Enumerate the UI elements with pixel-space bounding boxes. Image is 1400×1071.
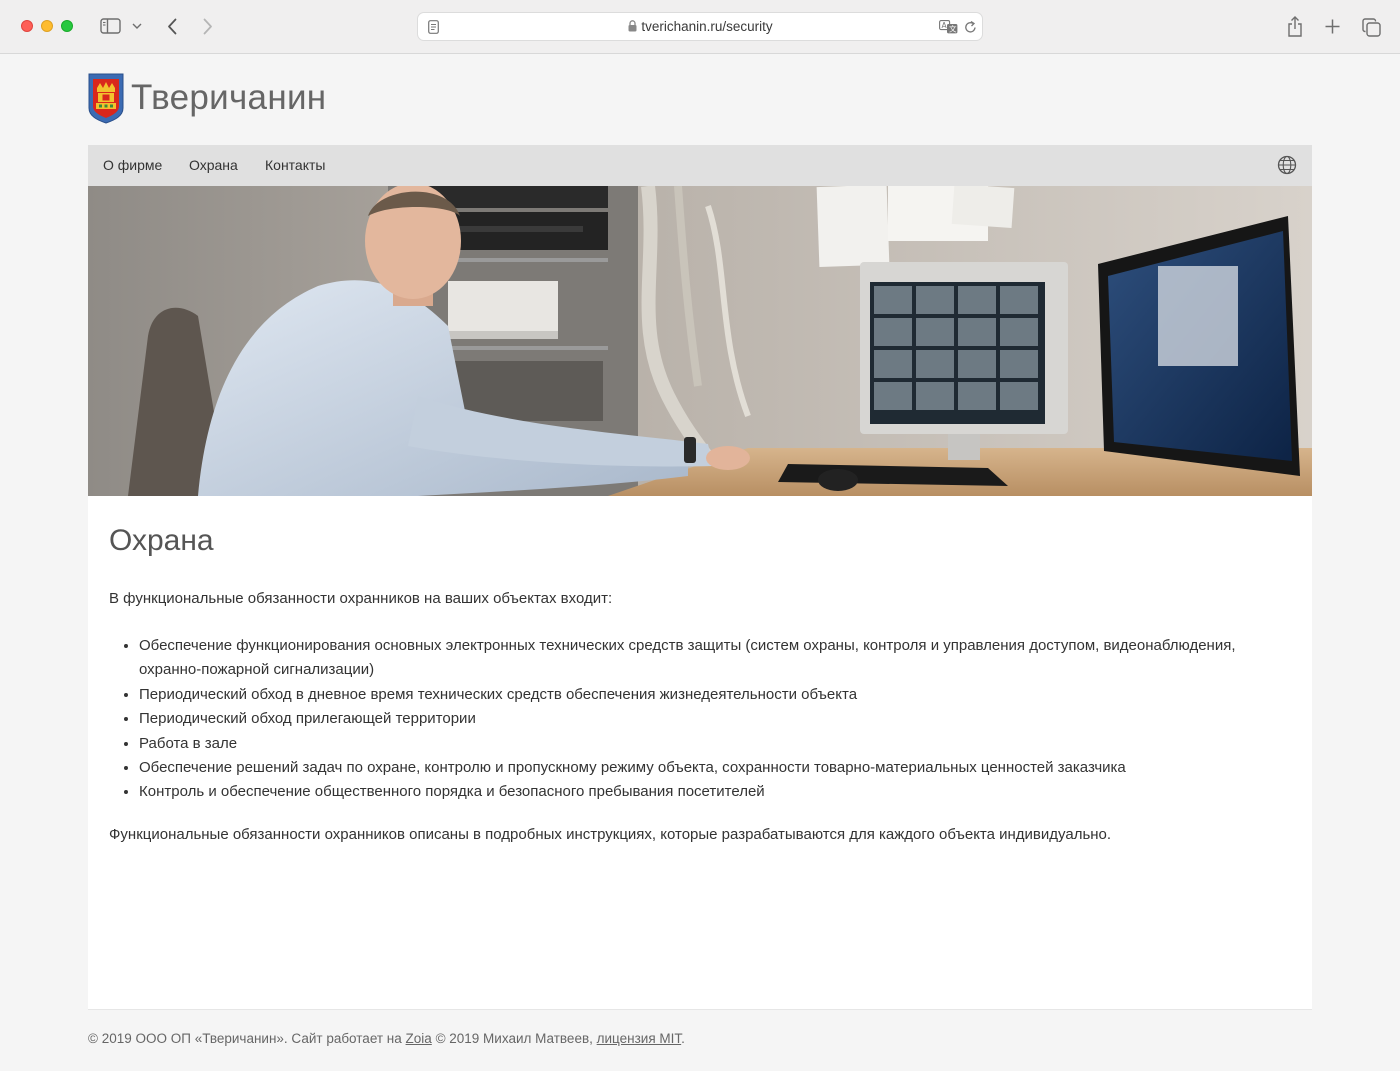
minimize-window-button[interactable] (41, 20, 53, 32)
svg-text:A: A (941, 21, 947, 30)
footer: © 2019 ООО ОП «Тверичанин». Сайт работае… (88, 1031, 685, 1046)
list-item: Периодический обход в дневное время техн… (139, 683, 1289, 707)
lock-icon (627, 20, 637, 32)
nav-item-about[interactable]: О фирме (103, 157, 162, 173)
reload-icon[interactable] (962, 19, 978, 35)
sidebar-icon[interactable] (99, 16, 121, 36)
coat-of-arms-logo[interactable] (88, 72, 124, 124)
nav-item-contacts[interactable]: Контакты (265, 157, 325, 173)
globe-icon[interactable] (1277, 155, 1297, 175)
svg-text:文: 文 (949, 24, 957, 34)
zoia-link[interactable]: Zoia (406, 1031, 432, 1046)
license-link[interactable]: лицензия MIT (597, 1031, 682, 1046)
duties-list: Обеспечение функционирования основных эл… (139, 634, 1289, 805)
site-title[interactable]: Тверичанин (131, 78, 326, 118)
close-window-button[interactable] (21, 20, 33, 32)
page-title: Охрана (109, 524, 214, 557)
footer-suffix: . (681, 1031, 685, 1046)
chevron-down-icon[interactable] (131, 20, 143, 32)
list-item: Обеспечение функционирования основных эл… (139, 634, 1289, 683)
footer-author: © 2019 Михаил Матвеев, (435, 1031, 593, 1046)
chevron-left-icon[interactable] (163, 16, 181, 36)
browser-toolbar: tverichanin.ru/security A文 (0, 0, 1400, 54)
translate-icon[interactable]: A文 (938, 19, 958, 35)
nav-item-security[interactable]: Охрана (189, 157, 238, 173)
hero-image-security-operator (88, 186, 1312, 496)
url-display[interactable]: tverichanin.ru/security (418, 19, 982, 34)
list-item: Периодический обход прилегающей территор… (139, 707, 1289, 731)
list-item: Обеспечение решений задач по охране, кон… (139, 756, 1289, 780)
plus-icon[interactable] (1322, 16, 1342, 36)
url-text: tverichanin.ru/security (641, 19, 773, 34)
share-icon[interactable] (1285, 14, 1305, 38)
list-item: Работа в зале (139, 732, 1289, 756)
address-bar[interactable]: tverichanin.ru/security A文 (417, 12, 983, 41)
intro-paragraph: В функциональные обязанности охранников … (109, 590, 613, 607)
tabs-icon[interactable] (1360, 16, 1382, 38)
zoom-window-button[interactable] (61, 20, 73, 32)
list-item: Контроль и обеспечение общественного пор… (139, 780, 1289, 804)
main-content: Охрана В функциональные обязанности охра… (88, 496, 1312, 1010)
main-navigation: О фирме Охрана Контакты (88, 145, 1312, 186)
footer-copyright: © 2019 ООО ОП «Тверичанин». Сайт работае… (88, 1031, 402, 1046)
outro-paragraph: Функциональные обязанности охранников оп… (109, 826, 1112, 843)
chevron-right-icon[interactable] (199, 16, 217, 36)
